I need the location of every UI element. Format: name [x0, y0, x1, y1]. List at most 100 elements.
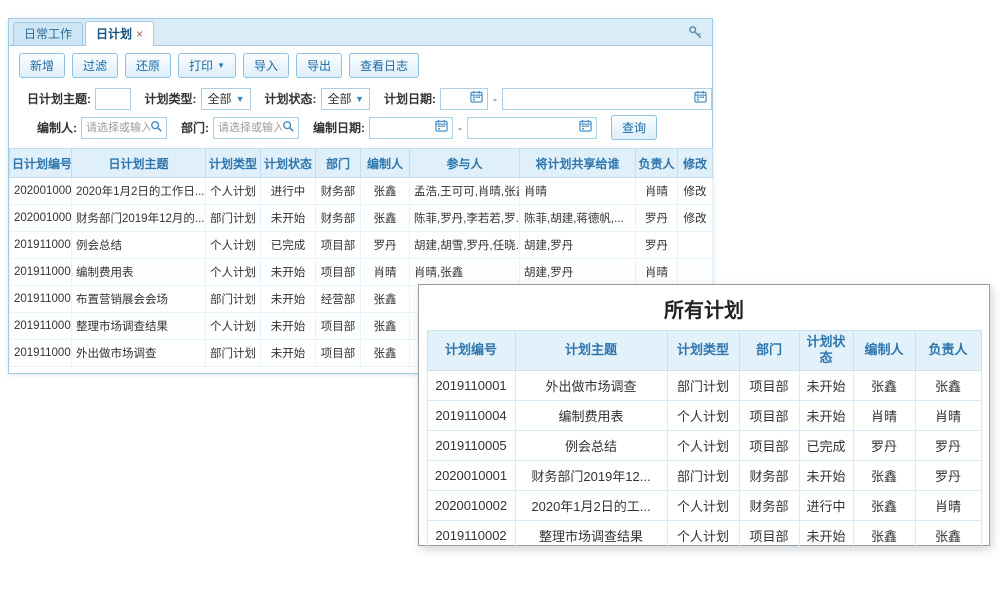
plan-date-to[interactable]	[502, 88, 712, 110]
table-row[interactable]: 2020010001财务部门2019年12...部门计划财务部未开始张鑫罗丹	[427, 460, 981, 490]
search-icon[interactable]	[282, 119, 294, 137]
dept-input[interactable]	[214, 119, 282, 137]
plan-status-label: 计划状态:	[265, 90, 317, 107]
table-cell: 肖晴	[915, 490, 981, 520]
column-header[interactable]: 日计划编号	[10, 149, 72, 178]
cell-link[interactable]: 布置营销展会会场	[72, 286, 206, 313]
column-header[interactable]: 将计划共享给谁	[520, 149, 636, 178]
calendar-icon[interactable]	[579, 119, 592, 137]
cell-link[interactable]: 财务部门2019年12月的...	[72, 205, 206, 232]
restore-button[interactable]: 还原	[125, 53, 171, 78]
cell-link[interactable]: 2019110002	[10, 313, 72, 340]
dept-picker[interactable]	[213, 117, 299, 139]
cell-link[interactable]: 2020010002	[10, 178, 72, 205]
cell-link[interactable]: 外出做市场调查	[72, 340, 206, 367]
cell-link[interactable]: 2019110004	[10, 259, 72, 286]
table-row[interactable]: 2019110005例会总结个人计划已完成项目部罗丹胡建,胡雪,罗丹,任晓...…	[10, 232, 713, 259]
table-cell: 张鑫	[853, 370, 915, 400]
table-row[interactable]: 20200100022020年1月2日的工作日...个人计划进行中财务部张鑫孟浩…	[10, 178, 713, 205]
cell-link[interactable]: 修改	[678, 178, 713, 205]
export-button[interactable]: 导出	[296, 53, 342, 78]
table-cell: 未开始	[261, 205, 316, 232]
table-cell: 经营部	[316, 286, 361, 313]
tab-daily-work[interactable]: 日常工作	[13, 22, 83, 45]
range-dash: -	[493, 92, 497, 106]
creator-input[interactable]	[82, 119, 150, 137]
table-cell: 张鑫	[361, 205, 410, 232]
add-button[interactable]: 新增	[19, 53, 65, 78]
table-cell: 未开始	[799, 520, 853, 550]
table-row[interactable]: 2019110005例会总结个人计划项目部已完成罗丹罗丹	[427, 430, 981, 460]
column-header[interactable]: 部门	[316, 149, 361, 178]
filter-form: 日计划主题: 计划类型: 全部 ▼ 计划状态: 全部 ▼ 计划日期: -	[9, 83, 712, 148]
all-plans-title: 所有计划	[419, 294, 989, 323]
table-cell: 罗丹	[361, 232, 410, 259]
print-button[interactable]: 打印 ▼	[178, 53, 236, 78]
cell-link[interactable]: 例会总结	[72, 232, 206, 259]
tab-daily-plan[interactable]: 日计划 ×	[85, 21, 154, 46]
table-cell: 财务部	[739, 460, 799, 490]
table-cell: 张鑫	[853, 490, 915, 520]
calendar-icon[interactable]	[435, 119, 448, 137]
filter-button[interactable]: 过滤	[72, 53, 118, 78]
search-button[interactable]: 查询	[611, 115, 657, 140]
table-cell: 肖晴	[915, 400, 981, 430]
column-header[interactable]: 计划状态	[261, 149, 316, 178]
creator-picker[interactable]	[81, 117, 167, 139]
table-row[interactable]: 20200100022020年1月2日的工...个人计划财务部进行中张鑫肖晴	[427, 490, 981, 520]
search-icon[interactable]	[150, 119, 162, 137]
table-cell: 已完成	[799, 430, 853, 460]
cell-link[interactable]: 编制费用表	[72, 259, 206, 286]
column-header: 部门	[739, 331, 799, 371]
cell-link[interactable]: 2019110001	[10, 340, 72, 367]
range-dash: -	[458, 121, 462, 135]
cell-link[interactable]: 2019110003	[10, 286, 72, 313]
key-icon[interactable]	[688, 25, 703, 45]
table-cell: 个人计划	[206, 313, 261, 340]
table-row[interactable]: 2020010001财务部门2019年12月的...部门计划未开始财务部张鑫陈菲…	[10, 205, 713, 232]
plan-type-select[interactable]: 全部 ▼	[201, 88, 251, 110]
cell-link[interactable]: 2020010001	[10, 205, 72, 232]
calendar-icon[interactable]	[694, 90, 707, 108]
cell-link[interactable]: 修改	[678, 205, 713, 232]
table-cell: 肖晴	[520, 178, 636, 205]
table-cell: 张鑫	[361, 286, 410, 313]
plan-status-select[interactable]: 全部 ▼	[321, 88, 370, 110]
all-plans-window: 所有计划 计划编号计划主题计划类型部门计划状态编制人负责人2019110001外…	[418, 284, 990, 546]
table-cell: 张鑫	[853, 520, 915, 550]
table-cell: 项目部	[739, 520, 799, 550]
column-header[interactable]: 计划类型	[206, 149, 261, 178]
table-row[interactable]: 2019110002整理市场调查结果个人计划项目部未开始张鑫张鑫	[427, 520, 981, 550]
topic-input[interactable]	[95, 88, 131, 110]
column-header[interactable]: 负责人	[636, 149, 678, 178]
table-row[interactable]: 2019110001外出做市场调查部门计划项目部未开始张鑫张鑫	[427, 370, 981, 400]
column-header[interactable]: 日计划主题	[72, 149, 206, 178]
table-cell: 罗丹	[636, 232, 678, 259]
table-cell: 财务部门2019年12...	[515, 460, 667, 490]
table-header-row: 日计划编号日计划主题计划类型计划状态部门编制人参与人将计划共享给谁负责人修改	[10, 149, 713, 178]
table-cell	[678, 232, 713, 259]
table-cell: 项目部	[316, 313, 361, 340]
plan-date-from[interactable]	[440, 88, 488, 110]
topic-label: 日计划主题:	[27, 90, 91, 107]
table-row[interactable]: 2019110004编制费用表个人计划未开始项目部肖晴肖晴,张鑫胡建,罗丹肖晴	[10, 259, 713, 286]
table-cell: 胡建,罗丹	[520, 259, 636, 286]
view-log-button[interactable]: 查看日志	[349, 53, 419, 78]
cell-link[interactable]: 整理市场调查结果	[72, 313, 206, 340]
table-row[interactable]: 2019110004编制费用表个人计划项目部未开始肖晴肖晴	[427, 400, 981, 430]
cell-link[interactable]: 2020年1月2日的工作日...	[72, 178, 206, 205]
table-cell: 罗丹	[915, 430, 981, 460]
table-cell	[678, 259, 713, 286]
table-cell: 部门计划	[206, 286, 261, 313]
column-header[interactable]: 参与人	[410, 149, 520, 178]
import-button[interactable]: 导入	[243, 53, 289, 78]
column-header[interactable]: 修改	[678, 149, 713, 178]
table-cell: 个人计划	[206, 178, 261, 205]
cell-link[interactable]: 2019110005	[10, 232, 72, 259]
calendar-icon[interactable]	[470, 90, 483, 108]
plan-date-label: 计划日期:	[384, 90, 436, 107]
create-date-to[interactable]	[467, 117, 597, 139]
column-header[interactable]: 编制人	[361, 149, 410, 178]
create-date-from[interactable]	[369, 117, 453, 139]
tab-close-icon[interactable]: ×	[136, 22, 143, 46]
